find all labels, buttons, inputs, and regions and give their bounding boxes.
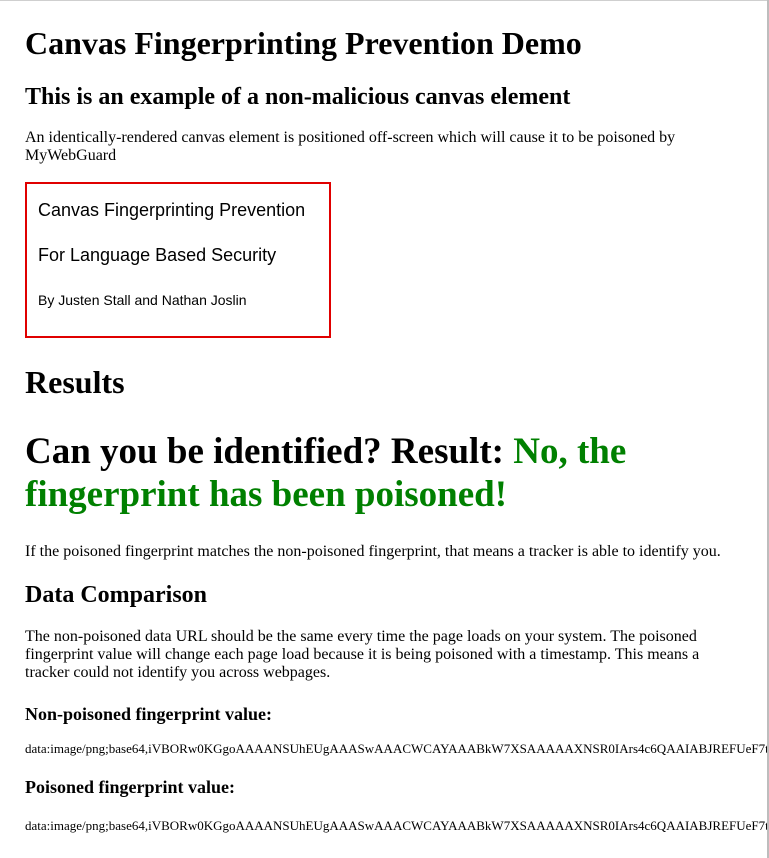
nonpoisoned-label: Non-poisoned fingerprint value: <box>25 704 273 724</box>
intro-paragraph: An identically-rendered canvas element i… <box>25 129 676 164</box>
frame-edge-top <box>0 0 769 1</box>
poisoned-value: data:image/png;base64,iVBORw0KGgoAAAANSU… <box>25 818 767 833</box>
comparison-note: The non-poisoned data URL should be the … <box>25 628 700 681</box>
canvas-element: Canvas Fingerprinting Prevention For Lan… <box>25 182 331 338</box>
poisoned-label: Poisoned fingerprint value: <box>25 777 235 797</box>
identification-question: Can you be identified? Result: <box>25 431 514 472</box>
nonpoisoned-value: data:image/png;base64,iVBORw0KGgoAAAANSU… <box>25 741 767 756</box>
identification-result: Can you be identified? Result: No, the f… <box>25 430 705 516</box>
canvas-text-line-3: By Justen Stall and Nathan Joslin <box>38 292 247 308</box>
results-heading: Results <box>25 364 125 400</box>
match-note: If the poisoned fingerprint matches the … <box>25 543 721 560</box>
page-subtitle: This is an example of a non-malicious ca… <box>25 84 571 110</box>
data-comparison-heading: Data Comparison <box>25 582 208 608</box>
canvas-text-line-2: For Language Based Security <box>38 245 277 265</box>
page-title: Canvas Fingerprinting Prevention Demo <box>25 25 582 61</box>
canvas-text-line-1: Canvas Fingerprinting Prevention <box>38 200 306 220</box>
